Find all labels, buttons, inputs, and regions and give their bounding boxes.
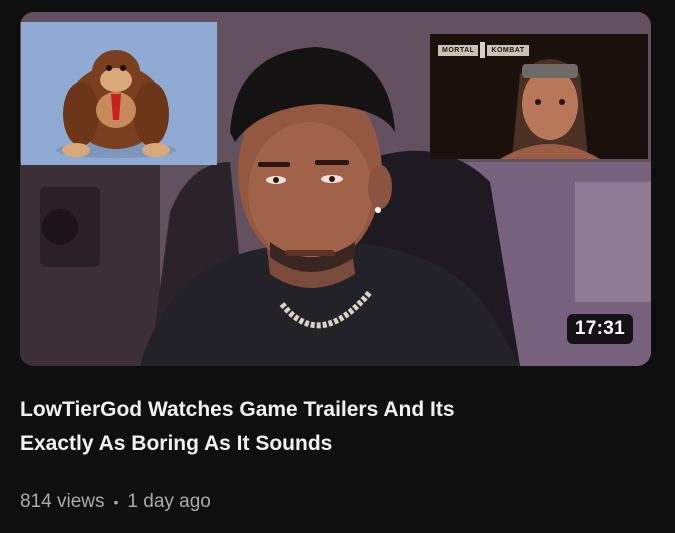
upload-age: 1 day ago — [127, 491, 211, 512]
video-title[interactable]: LowTierGod Watches Game Trailers And Its… — [20, 393, 640, 461]
mortal-kombat-logo: MORTAL KOMBAT — [438, 42, 529, 58]
video-thumbnail[interactable]: MORTAL KOMBAT 17:31 — [20, 12, 651, 366]
video-title-line-2: Exactly As Boring As It Sounds — [20, 432, 333, 455]
meta-separator: • — [113, 494, 119, 510]
gorilla-figure-icon — [21, 22, 217, 165]
duration-badge: 17:31 — [566, 314, 633, 344]
video-title-line-1: LowTierGod Watches Game Trailers And Its — [20, 398, 455, 421]
logo-text-left: MORTAL — [438, 44, 479, 56]
view-count: 814 views — [20, 491, 105, 512]
video-card[interactable]: MORTAL KOMBAT 17:31 LowTierGod Watches G… — [0, 0, 675, 533]
video-metadata: 814 views • 1 day ago — [20, 491, 211, 513]
logo-dragon-icon — [480, 42, 486, 58]
donkey-kong-inset — [21, 22, 217, 165]
mortal-kombat-inset: MORTAL KOMBAT — [430, 34, 648, 159]
logo-text-right: KOMBAT — [487, 44, 529, 56]
